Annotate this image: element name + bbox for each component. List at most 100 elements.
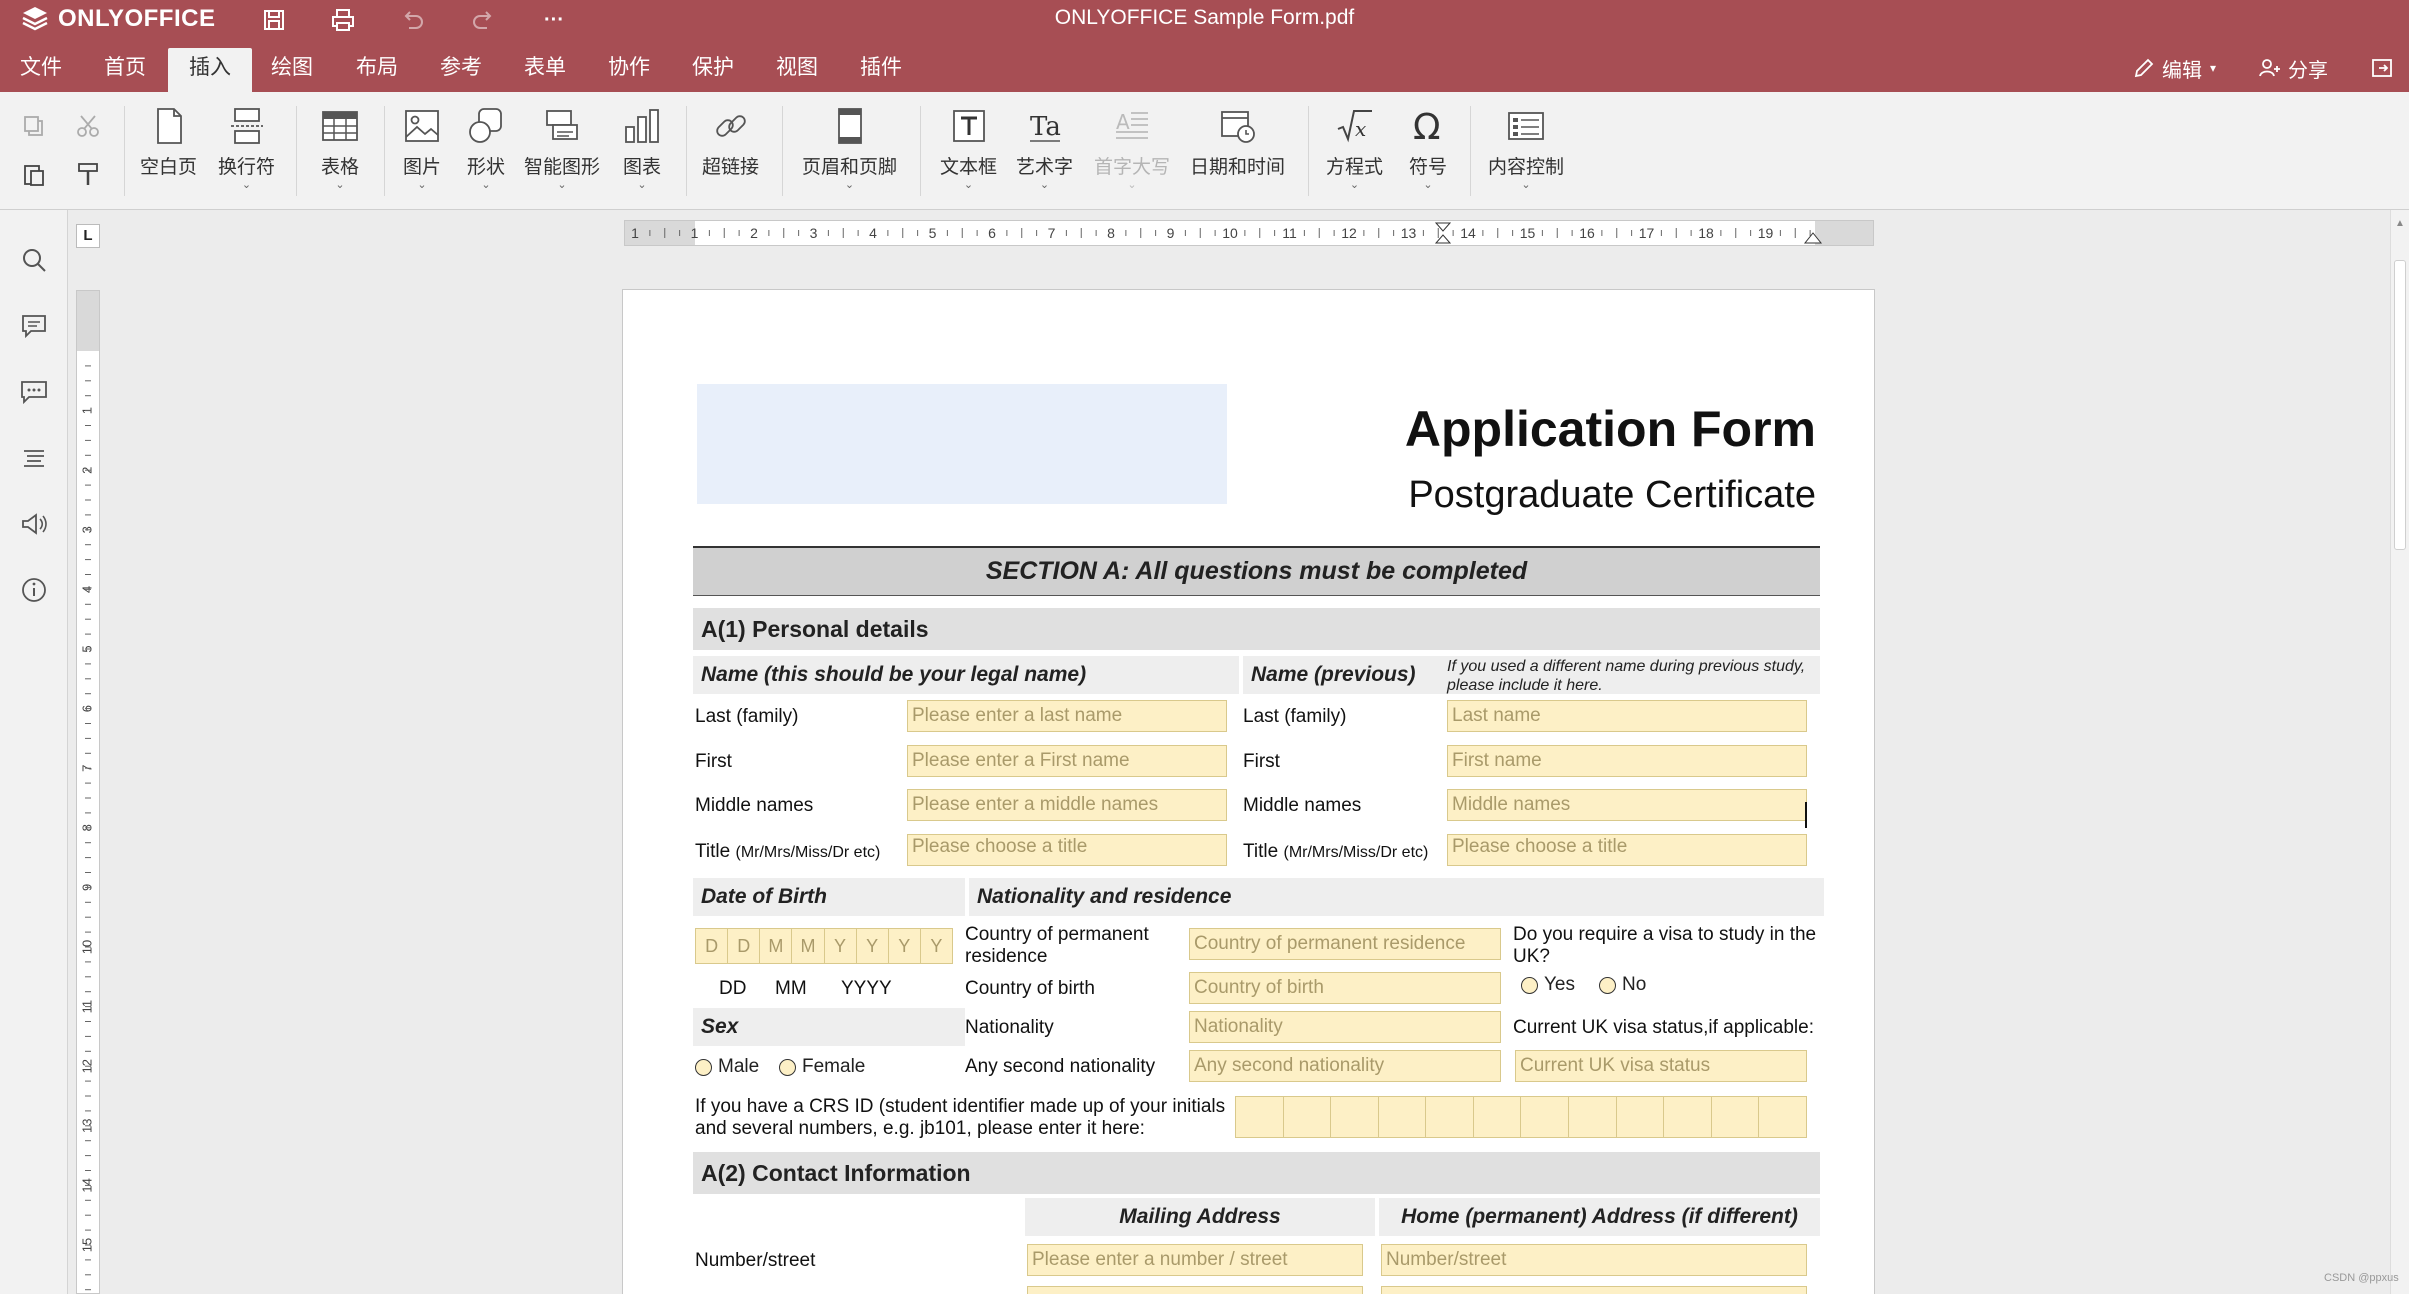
- blank-page-button[interactable]: 空白页: [140, 104, 197, 200]
- vertical-scrollbar[interactable]: ▲: [2390, 210, 2409, 1294]
- chat-icon[interactable]: [16, 374, 52, 410]
- prev-middle-names-field[interactable]: Middle names: [1447, 789, 1807, 821]
- tab-insert[interactable]: 插入: [168, 48, 252, 92]
- visa-status-field[interactable]: Current UK visa status: [1515, 1050, 1807, 1082]
- smartart-button[interactable]: 智能图形 ⌄: [524, 104, 600, 200]
- crs-cell[interactable]: [1617, 1097, 1665, 1137]
- undo-icon[interactable]: [398, 6, 426, 34]
- symbol-button[interactable]: Ω 符号 ⌄: [1406, 104, 1450, 200]
- logo-placeholder[interactable]: [697, 384, 1227, 504]
- tab-references[interactable]: 参考: [426, 48, 496, 92]
- more-button[interactable]: ···: [540, 6, 568, 34]
- legal-first-name-field[interactable]: Please enter a First name: [907, 745, 1227, 777]
- country-birth-field[interactable]: Country of birth: [1189, 972, 1501, 1004]
- crs-cell[interactable]: [1664, 1097, 1712, 1137]
- crs-cell[interactable]: [1236, 1097, 1284, 1137]
- dob-cell[interactable]: Y: [857, 929, 889, 963]
- document-page[interactable]: Application Form Postgraduate Certificat…: [622, 289, 1875, 1294]
- crs-cell[interactable]: [1569, 1097, 1617, 1137]
- sex-female-option[interactable]: Female: [779, 1056, 865, 1078]
- paste-icon[interactable]: [16, 156, 52, 192]
- crs-cell[interactable]: [1712, 1097, 1760, 1137]
- home-street-field[interactable]: Number/street: [1381, 1244, 1807, 1276]
- scrollbar-thumb[interactable]: [2394, 260, 2406, 550]
- crs-cell[interactable]: [1331, 1097, 1379, 1137]
- tab-stop-selector[interactable]: L: [76, 224, 100, 248]
- dob-cell[interactable]: D: [728, 929, 761, 963]
- redo-icon[interactable]: [470, 6, 498, 34]
- save-icon[interactable]: [260, 6, 288, 34]
- shape-button[interactable]: 形状 ⌄: [464, 104, 508, 200]
- tab-protection[interactable]: 保护: [678, 48, 748, 92]
- dob-cell[interactable]: Y: [825, 929, 857, 963]
- second-nationality-field[interactable]: Any second nationality: [1189, 1050, 1501, 1082]
- dob-cell[interactable]: Y: [889, 929, 921, 963]
- copy-icon[interactable]: [16, 108, 52, 144]
- share-button[interactable]: 分享: [2258, 48, 2328, 88]
- open-location-icon[interactable]: [2370, 48, 2400, 88]
- crs-cell[interactable]: [1426, 1097, 1474, 1137]
- crs-cell[interactable]: [1284, 1097, 1332, 1137]
- dropcap-button[interactable]: A 首字大写 ⌄: [1094, 104, 1170, 200]
- comment-icon[interactable]: [16, 308, 52, 344]
- dob-cell[interactable]: Y: [921, 929, 952, 963]
- content-control-button[interactable]: 内容控制 ⌄: [1488, 104, 1564, 200]
- tab-forms[interactable]: 表单: [510, 48, 580, 92]
- equation-button[interactable]: x 方程式 ⌄: [1326, 104, 1383, 200]
- scroll-up-icon[interactable]: ▲: [2395, 218, 2405, 229]
- dob-cell[interactable]: M: [792, 929, 825, 963]
- prev-first-name-field[interactable]: First name: [1447, 745, 1807, 777]
- radio-yes[interactable]: [1521, 976, 1538, 994]
- table-button[interactable]: 表格 ⌄: [318, 104, 362, 200]
- print-icon[interactable]: [329, 6, 357, 34]
- radio-female[interactable]: [779, 1058, 796, 1076]
- cut-icon[interactable]: [70, 108, 106, 144]
- chart-button[interactable]: 图表 ⌄: [620, 104, 664, 200]
- break-button[interactable]: 换行符 ⌄: [218, 104, 275, 200]
- crs-id-cells[interactable]: [1235, 1096, 1807, 1138]
- mailing-street-field-2[interactable]: [1027, 1286, 1363, 1294]
- info-icon[interactable]: [16, 572, 52, 608]
- home-street-field-2[interactable]: [1381, 1286, 1807, 1294]
- dob-input-cells[interactable]: D D M M Y Y Y Y: [695, 928, 953, 964]
- sex-male-option[interactable]: Male: [695, 1056, 759, 1078]
- datetime-button[interactable]: 日期和时间: [1190, 104, 1285, 200]
- country-perm-field[interactable]: Country of permanent residence: [1189, 928, 1501, 960]
- legal-title-field[interactable]: Please choose a title: [907, 834, 1227, 866]
- crs-cell[interactable]: [1521, 1097, 1570, 1137]
- image-button[interactable]: 图片 ⌄: [400, 104, 444, 200]
- radio-male[interactable]: [695, 1058, 712, 1076]
- textbox-button[interactable]: 文本框 ⌄: [940, 104, 997, 200]
- right-indent-marker[interactable]: [1803, 232, 1823, 244]
- navigation-icon[interactable]: [16, 440, 52, 476]
- vertical-ruler[interactable]: 1 2 3 4 5 6 7 8 9 10 11 12 13 14 15: [76, 290, 100, 1294]
- radio-no[interactable]: [1599, 976, 1616, 994]
- edit-mode-button[interactable]: 编辑 ▾: [2132, 48, 2216, 88]
- header-footer-button[interactable]: 页眉和页脚 ⌄: [802, 104, 897, 200]
- tab-home[interactable]: 首页: [90, 48, 160, 92]
- mailing-street-field[interactable]: Please enter a number / street: [1027, 1244, 1363, 1276]
- nationality-field[interactable]: Nationality: [1189, 1011, 1501, 1043]
- prev-last-name-field[interactable]: Last name: [1447, 700, 1807, 732]
- tab-file[interactable]: 文件: [6, 48, 76, 92]
- crs-cell[interactable]: [1759, 1097, 1806, 1137]
- crs-cell[interactable]: [1379, 1097, 1427, 1137]
- dob-cell[interactable]: D: [696, 929, 729, 963]
- tab-view[interactable]: 视图: [762, 48, 832, 92]
- textart-button[interactable]: Ta 艺术字 ⌄: [1016, 104, 1073, 200]
- visa-yes-option[interactable]: Yes: [1521, 974, 1575, 996]
- tab-plugins[interactable]: 插件: [846, 48, 916, 92]
- dob-cell[interactable]: M: [760, 929, 793, 963]
- visa-no-option[interactable]: No: [1599, 974, 1646, 996]
- format-painter-icon[interactable]: [70, 156, 106, 192]
- horizontal-ruler[interactable]: 1 1 2 3 4 5 6 7 8 9 10 11 12 13 14 15 16 17 18 19: [624, 220, 1874, 246]
- tab-draw[interactable]: 绘图: [257, 48, 327, 92]
- search-icon[interactable]: [16, 242, 52, 278]
- tab-layout[interactable]: 布局: [342, 48, 412, 92]
- legal-middle-names-field[interactable]: Please enter a middle names: [907, 789, 1227, 821]
- legal-last-name-field[interactable]: Please enter a last name: [907, 700, 1227, 732]
- crs-cell[interactable]: [1474, 1097, 1522, 1137]
- prev-title-field[interactable]: Please choose a title: [1447, 834, 1807, 866]
- hyperlink-button[interactable]: 超链接: [702, 104, 759, 200]
- tab-collaboration[interactable]: 协作: [594, 48, 664, 92]
